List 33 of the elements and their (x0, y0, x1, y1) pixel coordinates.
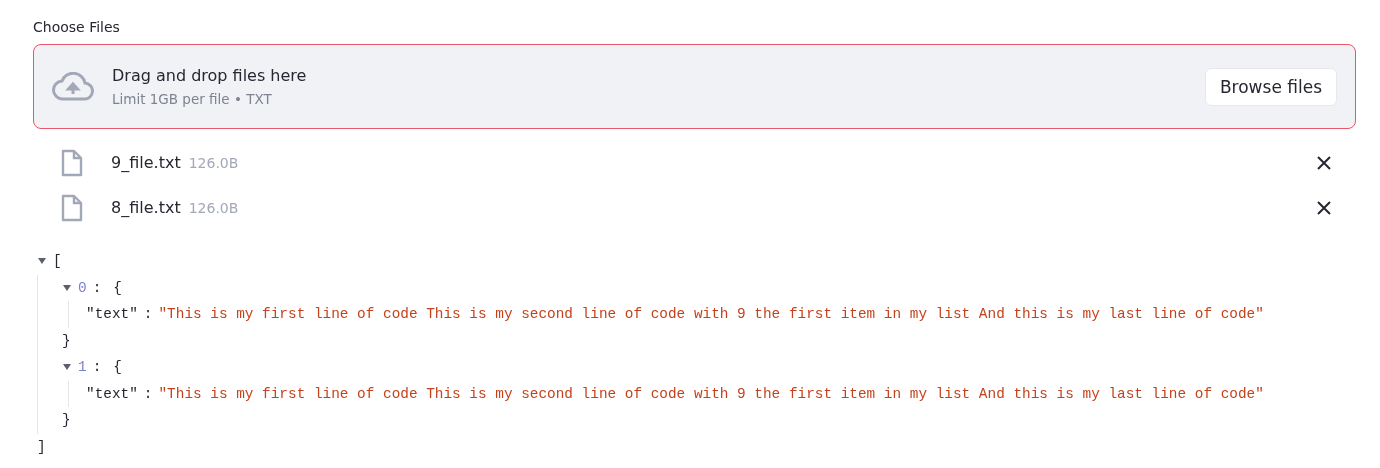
collapse-arrow-icon[interactable] (62, 283, 72, 292)
bracket: ] (37, 438, 46, 455)
array-index: 1 (78, 359, 87, 376)
brace: { (113, 359, 122, 376)
close-icon[interactable] (1316, 199, 1332, 216)
bracket: [ (53, 253, 62, 270)
browse-button[interactable]: Browse files (1204, 67, 1337, 106)
brace: { (113, 279, 122, 296)
close-icon[interactable] (1316, 154, 1332, 171)
file-size: 126.0B (188, 154, 240, 171)
json-key: "text" (86, 306, 138, 323)
colon: : (92, 279, 102, 296)
collapse-arrow-icon[interactable] (62, 363, 72, 372)
array-index: 0 (78, 279, 87, 296)
json-key: "text" (86, 385, 138, 402)
colon: : (143, 385, 153, 402)
upload-cloud-icon (52, 71, 94, 102)
dropzone[interactable]: Drag and drop files here Limit 1GB per file • TXT Browse files (33, 44, 1356, 129)
brace: } (62, 332, 71, 349)
file-name: 9_file.txt (111, 153, 181, 172)
colon: : (143, 306, 153, 323)
dropzone-hint: Limit 1GB per file • TXT (112, 91, 273, 107)
json-value: "This is my first line of code This is my second line of code with 9 the first item in my list And this is my last line of code" (158, 385, 1264, 402)
field-label: Choose Files (33, 19, 120, 35)
file-name: 8_file.txt (111, 198, 181, 217)
file-icon (61, 148, 83, 177)
file-size: 126.0B (188, 199, 240, 216)
brace: } (62, 412, 71, 429)
json-value: "This is my first line of code This is my second line of code with 9 the first item in my list And this is my last line of code" (158, 306, 1264, 323)
dropzone-title: Drag and drop files here (112, 66, 308, 85)
colon: : (92, 359, 102, 376)
file-icon (61, 193, 83, 222)
collapse-arrow-icon[interactable] (37, 257, 47, 266)
